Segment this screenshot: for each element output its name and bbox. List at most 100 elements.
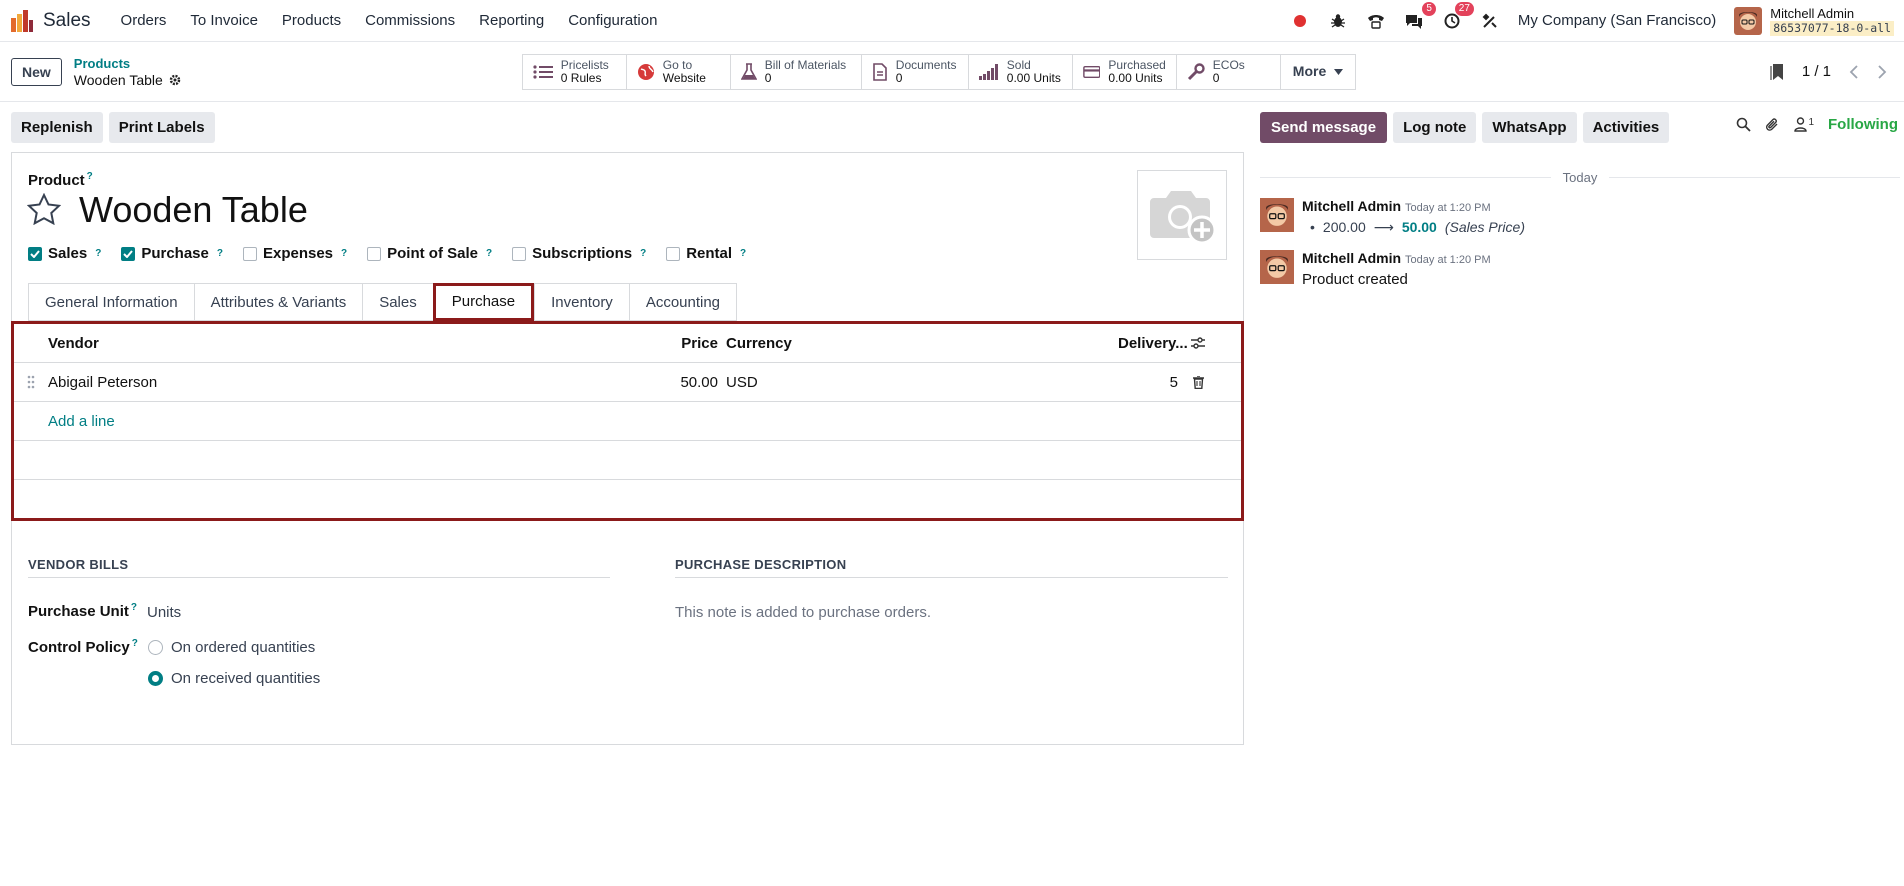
pricelists-smart-button[interactable]: Pricelists 0 Rules (522, 54, 627, 89)
optional-columns-icon[interactable] (1191, 337, 1205, 349)
cell-currency[interactable]: USD (718, 374, 1118, 391)
app-logo[interactable]: Sales (10, 9, 91, 32)
more-smart-button[interactable]: More (1280, 54, 1356, 89)
pager-next-icon[interactable] (1877, 64, 1887, 79)
purchase-checkbox[interactable]: Purchase? (121, 245, 223, 262)
signal-icon (978, 63, 998, 80)
activity-clock-icon[interactable]: 27 (1442, 1, 1474, 31)
tab-attributes-variants[interactable]: Attributes & Variants (193, 283, 363, 321)
paperclip-icon[interactable] (1765, 117, 1780, 133)
menu-to-invoice[interactable]: To Invoice (178, 12, 270, 29)
record-icon[interactable] (1290, 11, 1310, 31)
expenses-checkbox[interactable]: Expenses? (242, 245, 347, 262)
purchase-unit-field[interactable]: Units (147, 604, 181, 621)
send-message-button[interactable]: Send message (1260, 112, 1388, 143)
radio-received-quantities[interactable]: On received quantities (148, 670, 320, 687)
bom-smart-button[interactable]: Bill of Materials 0 (730, 54, 862, 89)
cell-vendor[interactable]: Abigail Peterson (48, 374, 668, 391)
new-button[interactable]: New (11, 57, 62, 86)
followers-button[interactable]: 1 (1794, 117, 1814, 132)
radio-ordered-quantities[interactable]: On ordered quantities (148, 639, 315, 656)
ecos-smart-button[interactable]: ECOs 0 (1176, 54, 1281, 89)
rental-checkbox[interactable]: Rental? (666, 245, 746, 262)
cell-price[interactable]: 50.00 (668, 374, 718, 391)
product-image-upload[interactable] (1137, 170, 1227, 260)
purchased-value: 0.00 Units (1108, 70, 1163, 85)
print-labels-button[interactable]: Print Labels (108, 111, 215, 143)
form-tabs: General Information Attributes & Variant… (28, 283, 738, 321)
subscriptions-checkbox[interactable]: Subscriptions? (512, 245, 646, 262)
company-switcher[interactable]: My Company (San Francisco) (1518, 12, 1716, 29)
message-item: Mitchell Admin Today at 1:20 PM Product c… (1260, 249, 1900, 289)
column-price[interactable]: Price (668, 335, 718, 352)
column-vendor[interactable]: Vendor (48, 335, 668, 352)
purchased-smart-button[interactable]: Purchased 0.00 Units (1072, 54, 1177, 89)
chatter-tools: 1 Following (1736, 116, 1898, 133)
log-note-button[interactable]: Log note (1393, 112, 1477, 143)
breadcrumb-products[interactable]: Products (74, 56, 181, 72)
whatsapp-button[interactable]: WhatsApp (1482, 112, 1577, 143)
vendor-bills-title: VENDOR BILLS (28, 557, 610, 578)
purchased-title: Purchased (1108, 57, 1166, 72)
bug-icon[interactable] (1328, 11, 1348, 31)
message-text: Product created (1302, 271, 1408, 288)
check-icon (30, 249, 40, 258)
favorite-star-icon[interactable] (27, 193, 61, 225)
pricelists-value: 0 Rules (560, 70, 602, 85)
go-to-website-smart-button[interactable]: Go to Website (626, 54, 731, 89)
column-currency[interactable]: Currency (718, 335, 1118, 352)
menu-commissions[interactable]: Commissions (353, 12, 467, 29)
pager-value[interactable]: 1 / 1 (1802, 63, 1831, 80)
author-avatar[interactable] (1260, 249, 1294, 285)
bom-title: Bill of Materials (764, 57, 847, 72)
help-tooltip[interactable]: ? (87, 171, 93, 182)
author-avatar[interactable] (1260, 197, 1294, 233)
sold-smart-button[interactable]: Sold 0.00 Units (968, 54, 1073, 89)
add-a-line-link[interactable]: Add a line (14, 413, 115, 430)
user-menu[interactable]: Mitchell Admin 86537077-18-0-all (1734, 6, 1894, 36)
chatter-thread: Today Mitchell Admin Today at 1:20 PM • 20… (1260, 170, 1901, 289)
activities-button[interactable]: Activities (1582, 112, 1670, 143)
purchase-description-field[interactable]: This note is added to purchase orders. (675, 604, 931, 621)
tab-purchase[interactable]: Purchase (432, 283, 535, 321)
top-navbar: Sales Orders To Invoice Products Commiss… (0, 0, 1904, 42)
menu-reporting[interactable]: Reporting (467, 12, 556, 29)
activity-badge: 27 (1454, 1, 1474, 16)
drag-handle-icon[interactable] (27, 375, 35, 389)
gear-icon[interactable] (169, 74, 181, 86)
cell-delivery[interactable]: 5 (1118, 374, 1178, 391)
table-row[interactable]: Abigail Peterson 50.00 USD 5 (14, 363, 1241, 402)
person-icon (1794, 117, 1808, 132)
menu-products[interactable]: Products (270, 12, 353, 29)
purchase-description-title: PURCHASE DESCRIPTION (675, 557, 1228, 578)
search-icon[interactable] (1736, 117, 1752, 132)
point-of-sale-checkbox[interactable]: Point of Sale? (367, 245, 492, 262)
tab-accounting[interactable]: Accounting (628, 283, 738, 321)
pager-previous-icon[interactable] (1849, 64, 1859, 79)
phone-icon[interactable] (1366, 11, 1386, 31)
tab-general-information[interactable]: General Information (28, 283, 194, 321)
messages-icon[interactable]: 5 (1404, 1, 1436, 31)
message-author[interactable]: Mitchell Admin (1302, 198, 1401, 214)
sales-checkbox[interactable]: Sales? (28, 245, 101, 262)
menu-configuration[interactable]: Configuration (556, 12, 669, 29)
tab-inventory[interactable]: Inventory (534, 283, 629, 321)
menu-orders[interactable]: Orders (109, 12, 179, 29)
credit-card-icon (1082, 65, 1101, 78)
product-name-field[interactable]: Wooden Table (79, 189, 308, 231)
app-name[interactable]: Sales (43, 10, 91, 32)
column-delivery[interactable]: Delivery... (1118, 335, 1188, 352)
documents-smart-button[interactable]: Documents 0 (861, 54, 969, 89)
follower-count: 1 (1808, 117, 1815, 128)
product-form-sheet: Product? Wooden Table Sales? Purchase? E… (11, 152, 1244, 745)
message-author[interactable]: Mitchell Admin (1302, 250, 1401, 266)
bookmark-icon[interactable] (1770, 63, 1784, 81)
replenish-button[interactable]: Replenish (11, 111, 103, 143)
trash-icon[interactable] (1192, 375, 1204, 389)
following-button[interactable]: Following (1828, 116, 1898, 133)
tools-icon[interactable] (1480, 11, 1500, 31)
add-line-row: Add a line (14, 402, 1241, 441)
ecos-value: 0 (1212, 70, 1220, 85)
tab-sales[interactable]: Sales (362, 283, 433, 321)
control-policy-label: Control Policy? (28, 638, 138, 656)
